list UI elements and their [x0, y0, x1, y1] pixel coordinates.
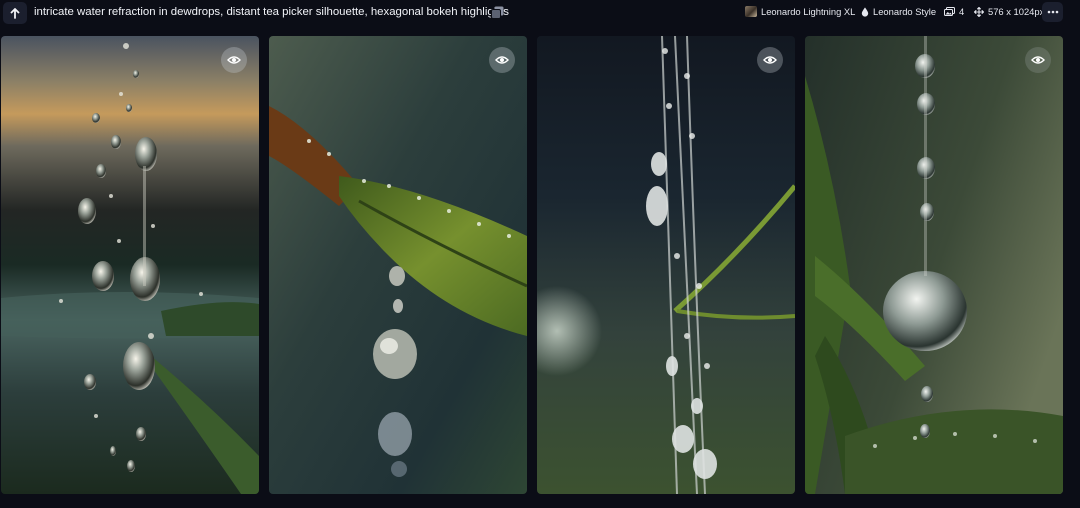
prompt-text: intricate water refraction in dewdrops, …: [34, 6, 509, 18]
image-render: [269, 36, 527, 494]
image-render: [1, 36, 259, 494]
more-icon: [1047, 10, 1058, 14]
dimensions-info: 576 x 1024px: [974, 6, 1044, 17]
style-info: Leonardo Style: [861, 6, 936, 17]
model-thumbnail: [745, 6, 757, 17]
model-name: Leonardo Lightning XL: [761, 6, 856, 17]
images-icon: [944, 7, 955, 16]
style-name: Leonardo Style: [873, 6, 937, 17]
eye-icon: [495, 56, 509, 64]
eye-icon: [763, 56, 777, 64]
arrow-up-icon: [10, 7, 20, 19]
view-button[interactable]: [221, 47, 247, 73]
generated-image-2[interactable]: [269, 36, 527, 494]
drop-icon: [861, 7, 869, 17]
copy-icon[interactable]: [491, 6, 504, 19]
view-button[interactable]: [489, 47, 515, 73]
generated-image-4[interactable]: [805, 36, 1063, 494]
dimensions-text: 576 x 1024px: [988, 6, 1045, 17]
view-button[interactable]: [757, 47, 783, 73]
more-options-button[interactable]: [1042, 2, 1063, 22]
model-info: Leonardo Lightning XL: [745, 6, 855, 17]
image-render: [537, 36, 795, 494]
image-count: 4: [959, 6, 965, 17]
eye-icon: [1031, 56, 1045, 64]
resize-icon: [974, 6, 984, 17]
view-button[interactable]: [1025, 47, 1051, 73]
image-render: [805, 36, 1063, 494]
generated-image-1[interactable]: [1, 36, 259, 494]
back-button[interactable]: [3, 2, 27, 24]
image-count-info: 4: [944, 6, 964, 17]
generated-image-3[interactable]: [537, 36, 795, 494]
top-bar: intricate water refraction in dewdrops, …: [0, 0, 1080, 26]
eye-icon: [227, 56, 241, 64]
